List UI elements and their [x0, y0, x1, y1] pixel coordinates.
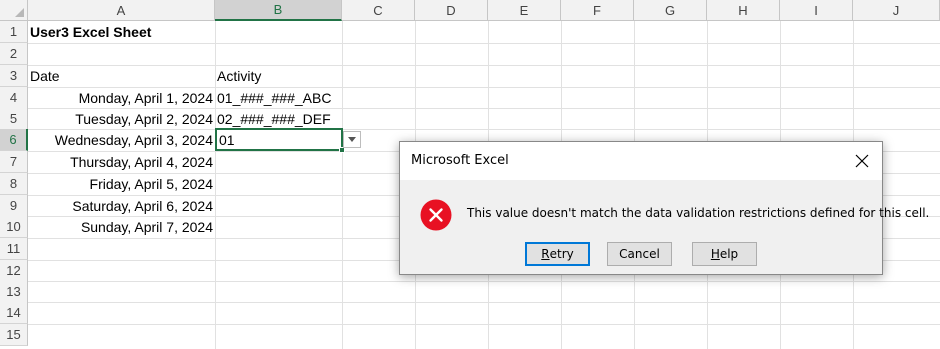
- row-header-1[interactable]: 1: [0, 21, 28, 43]
- column-header-j[interactable]: J: [853, 0, 940, 21]
- close-icon[interactable]: [852, 151, 872, 171]
- row-header-10[interactable]: 10: [0, 216, 28, 238]
- cancel-button[interactable]: Cancel: [607, 242, 672, 266]
- row-header-2[interactable]: 2: [0, 43, 28, 65]
- retry-button[interactable]: Retry: [525, 242, 590, 266]
- gridline: [28, 324, 940, 325]
- row-header-14[interactable]: 14: [0, 302, 28, 324]
- gridline: [28, 302, 940, 303]
- column-header-g[interactable]: G: [634, 0, 707, 21]
- help-button[interactable]: Help: [692, 242, 757, 266]
- select-all-corner[interactable]: [0, 0, 28, 21]
- cell-b3[interactable]: Activity: [215, 65, 342, 87]
- gridline: [28, 281, 940, 282]
- column-header-h[interactable]: H: [707, 0, 780, 21]
- row-header-12[interactable]: 12: [0, 260, 28, 282]
- gridline: [28, 43, 940, 44]
- cell-a7[interactable]: Thursday, April 4, 2024: [28, 151, 215, 173]
- column-header-d[interactable]: D: [415, 0, 488, 21]
- cell-a9[interactable]: Saturday, April 6, 2024: [28, 195, 215, 217]
- cell-b4[interactable]: 01_###_###_ABC: [215, 87, 342, 109]
- dialog-message: This value doesn't match the data valida…: [467, 206, 930, 220]
- select-all-triangle-icon: [15, 8, 24, 17]
- row-header-9[interactable]: 9: [0, 195, 28, 217]
- dialog-titlebar: Microsoft Excel: [400, 142, 882, 180]
- column-header-f[interactable]: F: [561, 0, 634, 21]
- row-header-13[interactable]: 13: [0, 281, 28, 303]
- column-header-e[interactable]: E: [488, 0, 561, 21]
- dialog-title: Microsoft Excel: [411, 153, 509, 168]
- column-header-a[interactable]: A: [28, 0, 215, 21]
- row-header-3[interactable]: 3: [0, 65, 28, 87]
- validation-dropdown-button[interactable]: [343, 131, 361, 148]
- gridline: [342, 21, 343, 349]
- help-mnemonic: H: [710, 247, 720, 261]
- row-header-6[interactable]: 6: [0, 129, 28, 151]
- cell-a4[interactable]: Monday, April 1, 2024: [28, 87, 215, 109]
- column-header-i[interactable]: I: [780, 0, 853, 21]
- error-icon: [420, 199, 452, 231]
- retry-mnemonic: R: [541, 247, 550, 261]
- cell-a10[interactable]: Sunday, April 7, 2024: [28, 216, 215, 238]
- cell-a3[interactable]: Date: [28, 65, 215, 87]
- error-dialog: Microsoft Excel This value doesn't match…: [399, 141, 929, 275]
- spreadsheet: A B C D E F G H I J 1 2 3 4 5 6 7 8 9 10…: [0, 0, 940, 349]
- cell-b5[interactable]: 02_###_###_DEF: [215, 108, 342, 130]
- row-header-11[interactable]: 11: [0, 238, 28, 260]
- column-header-c[interactable]: C: [342, 0, 415, 21]
- active-cell-b6[interactable]: 01: [215, 128, 343, 151]
- row-header-5[interactable]: 5: [0, 108, 28, 130]
- row-header-7[interactable]: 7: [0, 151, 28, 173]
- column-header-b[interactable]: B: [215, 0, 342, 21]
- chevron-down-icon: [348, 137, 356, 142]
- row-header-8[interactable]: 8: [0, 173, 28, 195]
- help-label: elp: [719, 247, 739, 261]
- row-header-15[interactable]: 15: [0, 324, 28, 346]
- cell-a1[interactable]: User3 Excel Sheet: [28, 21, 228, 43]
- retry-label: etry: [549, 247, 574, 261]
- cell-a8[interactable]: Friday, April 5, 2024: [28, 173, 215, 195]
- cell-a6[interactable]: Wednesday, April 3, 2024: [28, 129, 215, 151]
- row-header-4[interactable]: 4: [0, 87, 28, 109]
- cell-a5[interactable]: Tuesday, April 2, 2024: [28, 108, 215, 130]
